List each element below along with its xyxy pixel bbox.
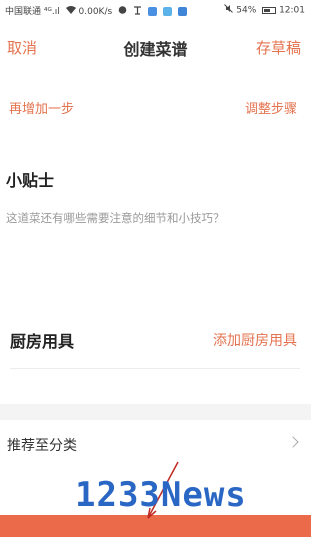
utensils-title: 厨房用具: [10, 332, 75, 351]
tips-input[interactable]: 这道菜还有哪些需要注意的细节和小技巧？: [6, 210, 306, 226]
app-icon-1: [147, 7, 157, 16]
section-gap: [0, 404, 311, 420]
app-icon-3: [177, 7, 187, 16]
battery-percent: 54%: [236, 5, 257, 16]
mute-icon: [224, 4, 234, 16]
add-utensil-button[interactable]: 添加厨房用具: [213, 330, 297, 350]
network-speed: 0.00K/s: [78, 7, 113, 17]
status-left: 中国联通 ⁴ᴳ.ıl 0.00K/s: [5, 4, 187, 18]
add-step-button[interactable]: 再增加一步: [9, 98, 74, 117]
category-label: 推荐至分类: [7, 438, 77, 454]
status-right: 54% 12:01: [221, 4, 305, 16]
watermark-logo: 1233News: [75, 475, 247, 515]
top-nav: 取消 创建菜谱 存草稿: [0, 31, 311, 61]
divider: [10, 368, 300, 369]
carrier-label: 中国联通: [5, 7, 42, 17]
battery-icon: [262, 6, 277, 14]
clock: 12:01: [279, 5, 305, 16]
save-draft-button[interactable]: 存草稿: [256, 37, 301, 58]
chevron-right-icon: [287, 436, 299, 448]
tips-title: 小贴士: [6, 171, 55, 190]
wifi-icon: [65, 6, 76, 17]
chat-icon: [118, 5, 127, 18]
translate-icon: [133, 5, 142, 18]
status-bar: 中国联通 ⁴ᴳ.ıl 0.00K/s 54% 12:01: [0, 0, 311, 20]
adjust-steps-button[interactable]: 调整步骤: [245, 98, 297, 117]
signal-icon: ⁴ᴳ.ıl: [43, 7, 60, 17]
app-icon-2: [162, 7, 172, 16]
